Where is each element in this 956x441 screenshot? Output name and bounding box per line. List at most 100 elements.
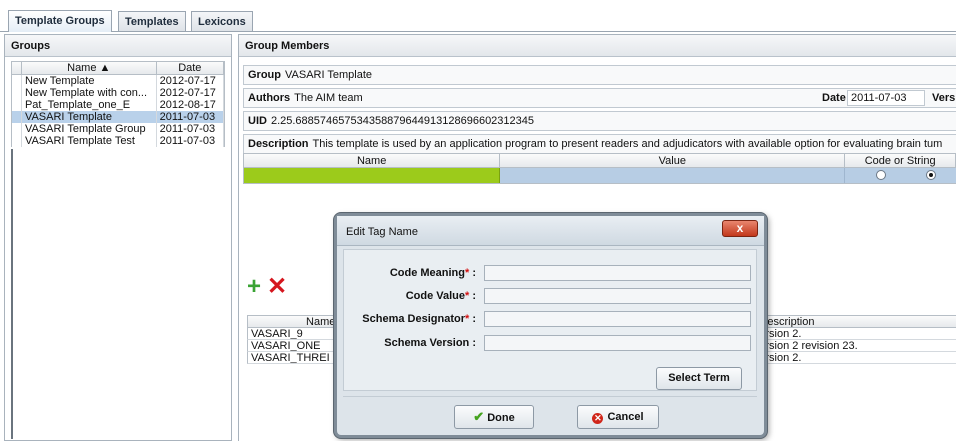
group-name: VASARI Template [22,111,157,123]
dialog-title: Edit Tag Name [346,226,418,238]
date-label: Date [822,92,846,104]
group-name: VASARI Template Group [22,123,157,135]
uid-field: UID 2.25.68857465753435887964491312869660… [243,111,956,131]
row-marker [12,123,22,135]
groups-table-header: Name ▲ Date [11,61,225,75]
value-cell[interactable] [500,168,846,183]
group-date: 2011-07-03 [157,135,224,147]
lexicon-name: VASARI_9 [251,328,303,339]
row-marker [12,87,22,99]
tab-templates[interactable]: Templates [118,11,186,32]
group-label: Group [248,69,281,81]
column-header-name[interactable]: Name [248,316,337,327]
table-row[interactable]: New Template with con... 2012-07-17 [11,87,225,99]
field-label-text: Schema Version [384,337,470,349]
colon: : [469,313,476,325]
close-icon[interactable]: x [722,220,758,237]
row-marker [12,75,22,87]
column-header-value[interactable]: Value [500,154,846,167]
members-table: Name Value Code or String [243,153,956,184]
tab-strip: Template Groups Templates Lexicons [0,0,956,32]
table-row[interactable]: VASARI Template Test 2011-07-03 [11,135,225,147]
plus-icon[interactable]: + [247,275,261,299]
column-header-name[interactable]: Name [244,154,501,167]
tab-lexicons[interactable]: Lexicons [191,11,253,32]
table-row-selected[interactable]: VASARI Template 2011-07-03 [11,111,225,123]
code-radio[interactable] [876,170,887,180]
delete-x-icon[interactable]: ✕ [267,275,287,299]
lexicon-description: rsion 2 revision 23. [765,340,858,351]
table-row[interactable] [243,168,956,184]
column-header-code-or-string[interactable]: Code or String [845,154,956,167]
group-name: VASARI Template Test [22,135,157,147]
table-row[interactable]: VASARI Template Group 2011-07-03 [11,123,225,135]
description-label: Description [248,138,309,150]
table-row[interactable]: Pat_Template_one_E 2012-08-17 [11,99,225,111]
authors-label: Authors [248,92,291,104]
group-members-title: Group Members [239,35,956,57]
description-field: Description This template is used by an a… [243,134,956,154]
groups-panel-title: Groups [5,35,231,57]
groups-panel: Groups Name ▲ Date New Template 2012-07-… [4,34,232,441]
description-value[interactable]: This template is used by an application … [313,138,943,150]
lexicon-name: VASARI_THREI [251,352,330,363]
group-name: Pat_Template_one_E [22,99,157,111]
field-label-text: Code Value [405,290,465,302]
code-meaning-input[interactable] [484,265,751,281]
group-date: 2012-07-17 [157,87,224,99]
uid-value[interactable]: 2.25.68857465753435887964491312869660231… [271,115,534,127]
schema-version-label: Schema Version : [344,337,476,349]
schema-version-input[interactable] [484,335,751,351]
table-row[interactable]: New Template 2012-07-17 [11,75,225,87]
colon: : [469,267,476,279]
field-label-text: Schema Designator [362,313,465,325]
group-name: New Template [22,75,157,87]
column-header-name[interactable]: Name ▲ [22,62,157,74]
column-header-date[interactable]: Date [157,62,224,74]
authors-field: Authors The AIM team Date 2011-07-03 Vers… [243,88,956,108]
cancel-button[interactable]: ✕ Cancel [577,405,659,429]
members-table-header: Name Value Code or String [243,153,956,168]
dialog-form: Code Meaning* : Code Value* : Schema Des… [343,249,757,391]
group-date: 2012-07-17 [157,75,224,87]
tab-template-groups[interactable]: Template Groups [8,10,112,32]
code-value-input[interactable] [484,288,751,304]
colon: : [469,337,476,349]
row-marker [12,135,22,147]
checkmark-icon: ✔ [473,409,485,424]
dialog-footer: ✔ Done ✕ Cancel [343,396,757,434]
date-value[interactable]: 2011-07-03 [847,90,925,106]
lexicon-description: rsion 2. [765,352,802,363]
done-button[interactable]: ✔ Done [454,405,534,429]
group-field: Group VASARI Template [243,65,956,85]
colon: : [469,290,476,302]
group-date: 2011-07-03 [157,123,224,135]
schema-designator-input[interactable] [484,311,751,327]
code-or-string-cell [845,168,956,183]
cancel-icon: ✕ [592,413,604,424]
cancel-label: Cancel [607,411,644,423]
group-value[interactable]: VASARI Template [285,69,372,81]
done-label: Done [487,412,515,424]
tab-divider [0,31,956,32]
column-header-description[interactable]: escription [765,316,956,327]
edit-tag-name-dialog: Edit Tag Name x Code Meaning* : Code Val… [334,213,767,438]
groups-table: Name ▲ Date New Template 2012-07-17 New … [11,61,225,147]
name-cell[interactable] [244,168,501,183]
code-value-label: Code Value* : [344,290,476,302]
schema-designator-label: Schema Designator* : [344,313,476,325]
string-radio[interactable] [926,170,937,180]
authors-value[interactable]: The AIM team [294,92,362,104]
row-marker [12,99,22,111]
row-marker-header [12,62,22,74]
dialog-title-bar[interactable]: Edit Tag Name x [337,216,764,246]
field-label-text: Code Meaning [389,267,465,279]
uid-label: UID [248,115,267,127]
panel-border [11,149,13,439]
group-date: 2012-08-17 [157,99,224,111]
select-term-button[interactable]: Select Term [656,367,742,390]
group-date: 2011-07-03 [157,111,224,123]
code-meaning-label: Code Meaning* : [344,267,476,279]
lexicon-name: VASARI_ONE [251,340,321,351]
version-label: Versio [932,92,956,104]
